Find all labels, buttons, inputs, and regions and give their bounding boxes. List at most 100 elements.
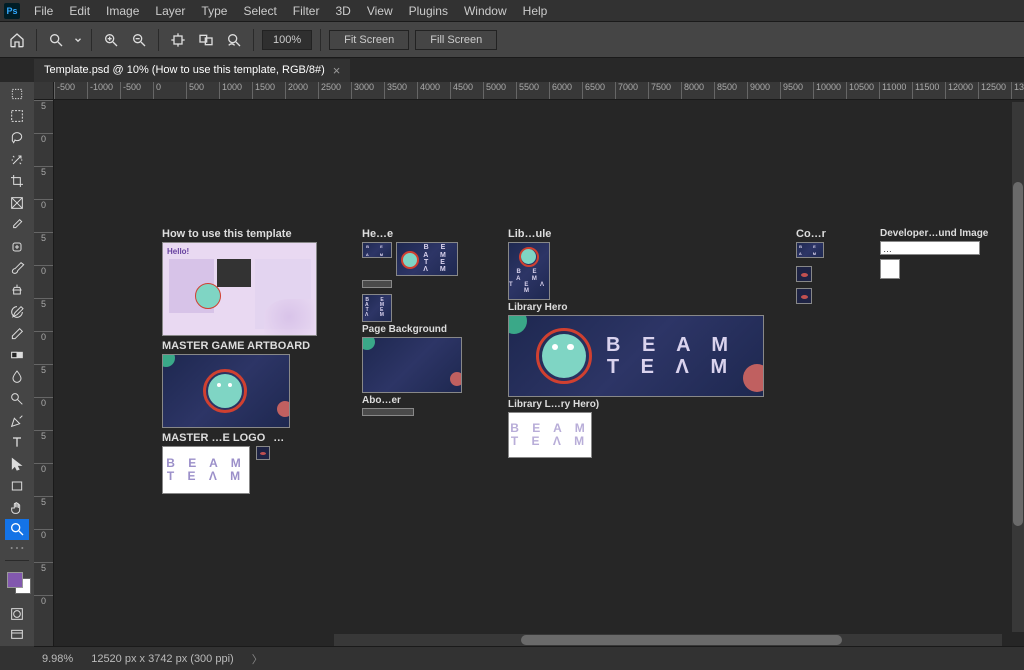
hand-tool-icon[interactable] [5,497,29,518]
artboard-header[interactable]: He…e B E A MT E Λ M B E A MT E Λ M B E A… [362,228,462,416]
canvas-viewport[interactable]: -500-1000-500050010001500200025003000350… [34,82,1024,646]
thumb: B E A MT E Λ M [796,242,824,258]
zoom-in-icon[interactable] [100,29,122,51]
zoom-tool-icon[interactable] [45,29,67,51]
artboard-label: Lib…ule [508,228,766,240]
menu-3d[interactable]: 3D [327,4,358,18]
clone-stamp-tool-icon[interactable] [5,280,29,301]
menu-help[interactable]: Help [515,4,556,18]
pen-tool-icon[interactable] [5,410,29,431]
horizontal-scrollbar[interactable] [334,634,1002,646]
fit-screen-button[interactable]: Fit Screen [329,30,409,50]
menu-bar: Ps File Edit Image Layer Type Select Fil… [0,0,1024,22]
menu-layer[interactable]: Layer [147,4,193,18]
tools-panel: ⋯ [0,82,34,646]
artboard-body: B E A MT E Λ M [508,242,550,300]
close-tab-icon[interactable]: × [333,63,341,78]
menu-filter[interactable]: Filter [285,4,328,18]
artboard-body: B E A MT E Λ M [162,446,250,494]
eyedropper-tool-icon[interactable] [5,215,29,236]
menu-plugins[interactable]: Plugins [401,4,456,18]
artboard-label: … [273,432,284,444]
status-dimensions[interactable]: 12520 px x 3742 px (300 ppi) [91,653,234,665]
menu-file[interactable]: File [26,4,61,18]
foreground-swatch[interactable] [7,572,23,588]
artboard-body [162,354,290,428]
menu-image[interactable]: Image [98,4,147,18]
eraser-tool-icon[interactable] [5,323,29,344]
artboard-label: Page Background [362,324,462,335]
path-select-tool-icon[interactable] [5,454,29,475]
artboard-label: How to use this template [162,228,317,240]
artboard-label: Developer…und Image [880,228,982,239]
status-more-icon[interactable]: 〉 [252,651,263,667]
document-tab-title: Template.psd @ 10% (How to use this temp… [44,64,325,76]
workspace: ⋯ -500-1000-5000500100015002000250030003… [0,82,1024,646]
home-icon[interactable] [6,29,28,51]
rectangle-tool-icon[interactable] [5,476,29,497]
artboard-label: He…e [362,228,462,240]
menu-type[interactable]: Type [193,4,235,18]
artboard-label: Library Hero [508,302,766,313]
artboard-label: MASTER …E LOGO [162,432,265,444]
color-swatches[interactable] [5,570,29,593]
artboard-body [362,337,462,393]
artboard-body: B E A MT E Λ M [508,315,764,397]
brush-tool-icon[interactable] [5,258,29,279]
menu-select[interactable]: Select [235,4,284,18]
history-brush-tool-icon[interactable] [5,302,29,323]
frame-tool-icon[interactable] [5,193,29,214]
blur-tool-icon[interactable] [5,367,29,388]
resize-window-icon[interactable] [167,29,189,51]
artboard-body: … [880,241,980,255]
scroll-thumb[interactable] [1013,182,1023,527]
zoom-all-windows-icon[interactable] [195,29,217,51]
heal-brush-tool-icon[interactable] [5,236,29,257]
status-zoom[interactable]: 9.98% [42,653,73,665]
thumb [796,288,812,304]
zoom-percent-display[interactable]: 100% [262,30,312,50]
zoom-tool-icon[interactable] [5,519,29,540]
horizontal-ruler[interactable]: -500-1000-500050010001500200025003000350… [54,82,1024,100]
ruler-origin[interactable] [34,82,54,100]
artboard-body: Hello! [162,242,317,336]
type-tool-icon[interactable] [5,432,29,453]
artboard-label: Co…r [796,228,826,240]
menu-view[interactable]: View [359,4,401,18]
edit-toolbar-icon[interactable]: ⋯ [5,541,29,555]
artboard-body [880,259,900,279]
menu-edit[interactable]: Edit [61,4,98,18]
thumb: B E A MT E Λ M [362,242,392,258]
crop-tool-icon[interactable] [5,171,29,192]
marquee-tool-icon[interactable] [5,106,29,127]
move-tool-icon[interactable] [5,84,29,105]
artboard-label: Library L…ry Hero) [508,399,766,410]
screen-mode-icon[interactable] [5,625,29,646]
chevron-down-icon[interactable] [73,29,83,51]
scrubby-zoom-icon[interactable] [223,29,245,51]
document-tab-bar: Template.psd @ 10% (How to use this temp… [0,58,1024,82]
thumb [362,408,414,416]
lasso-tool-icon[interactable] [5,128,29,149]
fill-screen-button[interactable]: Fill Screen [415,30,497,50]
vertical-ruler[interactable]: 5050505050505050 [34,100,54,646]
app-logo-icon: Ps [4,3,20,19]
scroll-thumb[interactable] [521,635,842,645]
quickmask-icon[interactable] [5,603,29,624]
artboard-howto[interactable]: How to use this template Hello! MASTER G… [162,228,317,494]
artboard-developer[interactable]: Developer…und Image … [880,228,982,279]
dodge-tool-icon[interactable] [5,389,29,410]
artboard-community[interactable]: Co…r B E A MT E Λ M [796,228,826,304]
magic-wand-tool-icon[interactable] [5,149,29,170]
canvas[interactable]: How to use this template Hello! MASTER G… [54,100,1024,646]
artboard-library[interactable]: Lib…ule B E A MT E Λ M Library Hero B E … [508,228,766,458]
artboard-label: MASTER GAME ARTBOARD [162,340,317,352]
menu-window[interactable]: Window [456,4,515,18]
vertical-scrollbar[interactable] [1012,102,1024,632]
gradient-tool-icon[interactable] [5,345,29,366]
document-tab[interactable]: Template.psd @ 10% (How to use this temp… [34,59,350,82]
zoom-out-icon[interactable] [128,29,150,51]
thumb: B E A MT E Λ M [396,242,458,276]
artboard-body [256,446,270,460]
status-bar: 9.98% 12520 px x 3742 px (300 ppi) 〉 [34,646,1024,670]
